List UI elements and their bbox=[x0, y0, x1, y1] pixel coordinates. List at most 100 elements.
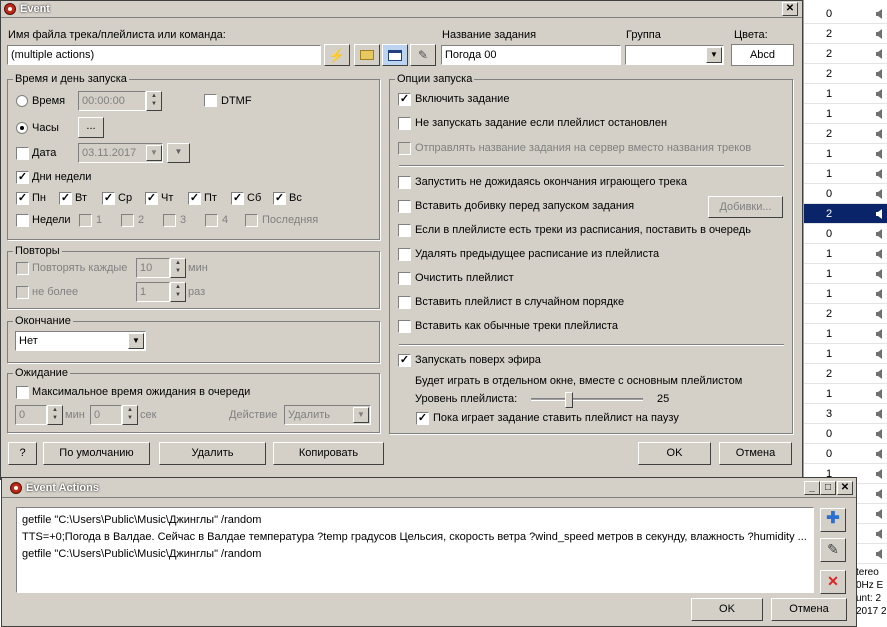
clear-playlist-checkbox[interactable] bbox=[398, 272, 411, 285]
max-wait-checkbox[interactable] bbox=[16, 386, 29, 399]
file-input[interactable]: (multiple actions) bbox=[7, 45, 321, 65]
ok-button[interactable]: OK bbox=[638, 442, 711, 465]
list-item[interactable]: 1 bbox=[804, 144, 887, 164]
weekday-checkbox[interactable]: ✓ bbox=[145, 192, 158, 205]
copy-button[interactable]: Копировать bbox=[273, 442, 384, 465]
group-dropdown-arrow[interactable]: ▼ bbox=[706, 47, 722, 63]
weekday-checkbox[interactable]: ✓ bbox=[102, 192, 115, 205]
list-item[interactable]: 2 bbox=[804, 204, 887, 224]
repeat-every-input[interactable]: 10 bbox=[136, 258, 170, 278]
no-wait-checkbox[interactable] bbox=[398, 176, 411, 189]
edit-button[interactable]: ✎ bbox=[410, 44, 436, 66]
repeat-limit-spinner[interactable]: ▲ ▼ bbox=[170, 282, 186, 302]
list-item[interactable]: 0 bbox=[804, 184, 887, 204]
random-order-checkbox[interactable] bbox=[398, 296, 411, 309]
help-button[interactable]: ? bbox=[8, 442, 37, 465]
pause-checkbox[interactable]: ✓ bbox=[416, 412, 429, 425]
list-item[interactable]: 2 bbox=[804, 24, 887, 44]
add-action-button[interactable]: ✚ bbox=[820, 508, 846, 532]
weekday-checkbox[interactable]: ✓ bbox=[59, 192, 72, 205]
actions-list[interactable]: getfile "C:\Users\Public\Music\Джинглы" … bbox=[16, 507, 814, 593]
list-item[interactable]: getfile "C:\Users\Public\Music\Джинглы" … bbox=[22, 513, 261, 527]
date-checkbox[interactable] bbox=[16, 147, 29, 160]
list-item[interactable]: 0 bbox=[804, 424, 887, 444]
end-select[interactable]: Нет bbox=[15, 331, 146, 351]
level-slider-thumb[interactable] bbox=[565, 392, 573, 408]
list-item[interactable]: TTS=+0;Погода в Валдае. Сейчас в Валдае … bbox=[22, 530, 812, 544]
list-item[interactable]: 1 bbox=[804, 244, 887, 264]
maximize-button[interactable]: □ bbox=[820, 481, 836, 495]
edit-action-button[interactable]: ✎ bbox=[820, 538, 846, 562]
task-name-input[interactable]: Погода 00 bbox=[441, 45, 621, 65]
insert-jingle-checkbox[interactable] bbox=[398, 200, 411, 213]
list-item[interactable]: 1 bbox=[804, 324, 887, 344]
minimize-button[interactable]: _ bbox=[804, 481, 820, 495]
enable-checkbox[interactable]: ✓ bbox=[398, 93, 411, 106]
week-checkbox[interactable] bbox=[245, 214, 258, 227]
hours-radio[interactable] bbox=[16, 122, 28, 134]
send-name-checkbox[interactable] bbox=[398, 142, 411, 155]
no-start-checkbox[interactable] bbox=[398, 117, 411, 130]
wait-sec-spinner[interactable]: ▲ ▼ bbox=[122, 405, 138, 425]
list-item[interactable]: 2 bbox=[804, 304, 887, 324]
normal-tracks-checkbox[interactable] bbox=[398, 320, 411, 333]
actions-titlebar[interactable]: Event Actions _ □ ✕ bbox=[2, 478, 856, 498]
wait-sec-input[interactable]: 0 bbox=[90, 405, 122, 425]
list-item[interactable]: 2 bbox=[804, 64, 887, 84]
playlist-button[interactable] bbox=[382, 44, 408, 66]
list-item[interactable]: 1 bbox=[804, 264, 887, 284]
actions-cancel-button[interactable]: Отмена bbox=[771, 598, 847, 621]
wait-action-dropdown-arrow[interactable]: ▼ bbox=[353, 407, 369, 423]
list-item[interactable]: 1 bbox=[804, 384, 887, 404]
actions-ok-button[interactable]: OK bbox=[691, 598, 763, 621]
weekday-checkbox[interactable]: ✓ bbox=[273, 192, 286, 205]
week-checkbox[interactable] bbox=[163, 214, 176, 227]
list-item[interactable]: 1 bbox=[804, 284, 887, 304]
close-button[interactable]: ✕ bbox=[782, 2, 798, 16]
default-button[interactable]: По умолчанию bbox=[43, 442, 150, 465]
lightning-button[interactable]: ⚡ bbox=[324, 44, 350, 66]
weekdays-checkbox[interactable]: ✓ bbox=[16, 171, 29, 184]
calendar-button[interactable]: ▼ bbox=[167, 143, 190, 163]
weekday-checkbox[interactable]: ✓ bbox=[16, 192, 29, 205]
list-item[interactable]: 0 bbox=[804, 224, 887, 244]
cancel-button[interactable]: Отмена bbox=[719, 442, 792, 465]
close-button[interactable]: ✕ bbox=[837, 481, 853, 495]
weekday-checkbox[interactable]: ✓ bbox=[231, 192, 244, 205]
time-spinner[interactable]: ▲ ▼ bbox=[146, 91, 162, 111]
over-air-checkbox[interactable]: ✓ bbox=[398, 354, 411, 367]
weekday-checkbox[interactable]: ✓ bbox=[188, 192, 201, 205]
repeat-limit-input[interactable]: 1 bbox=[136, 282, 170, 302]
time-radio[interactable] bbox=[16, 95, 28, 107]
remove-action-button[interactable]: ✕ bbox=[820, 570, 846, 594]
delete-button[interactable]: Удалить bbox=[159, 442, 266, 465]
list-item[interactable]: getfile "C:\Users\Public\Music\Джинглы" … bbox=[22, 547, 261, 561]
queue-checkbox[interactable] bbox=[398, 224, 411, 237]
repeat-every-spinner[interactable]: ▲ ▼ bbox=[170, 258, 186, 278]
dtmf-checkbox[interactable] bbox=[204, 94, 217, 107]
list-item[interactable]: 0 bbox=[804, 4, 887, 24]
list-item[interactable]: 1 bbox=[804, 164, 887, 184]
hours-button[interactable]: ... bbox=[78, 117, 104, 138]
repeat-limit-checkbox[interactable] bbox=[16, 286, 29, 299]
time-input[interactable]: 00:00:00 bbox=[78, 91, 146, 111]
event-titlebar[interactable]: Event ✕ bbox=[1, 1, 802, 18]
list-item[interactable]: 2 bbox=[804, 44, 887, 64]
open-folder-button[interactable] bbox=[354, 44, 380, 66]
list-item[interactable]: 2 bbox=[804, 364, 887, 384]
end-dropdown-arrow[interactable]: ▼ bbox=[128, 333, 144, 349]
wait-min-spinner[interactable]: ▲ ▼ bbox=[47, 405, 63, 425]
list-item[interactable]: 1 bbox=[804, 84, 887, 104]
list-item[interactable]: 3 bbox=[804, 404, 887, 424]
week-checkbox[interactable] bbox=[205, 214, 218, 227]
week-checkbox[interactable] bbox=[79, 214, 92, 227]
week-checkbox[interactable] bbox=[121, 214, 134, 227]
wait-min-input[interactable]: 0 bbox=[15, 405, 47, 425]
level-slider[interactable] bbox=[531, 391, 643, 409]
jingles-button[interactable]: Добивки... bbox=[708, 196, 783, 218]
list-item[interactable]: 2 bbox=[804, 124, 887, 144]
remove-prev-checkbox[interactable] bbox=[398, 248, 411, 261]
date-dropdown-arrow[interactable]: ▼ bbox=[146, 145, 162, 161]
repeat-every-checkbox[interactable] bbox=[16, 262, 29, 275]
list-item[interactable]: 0 bbox=[804, 444, 887, 464]
